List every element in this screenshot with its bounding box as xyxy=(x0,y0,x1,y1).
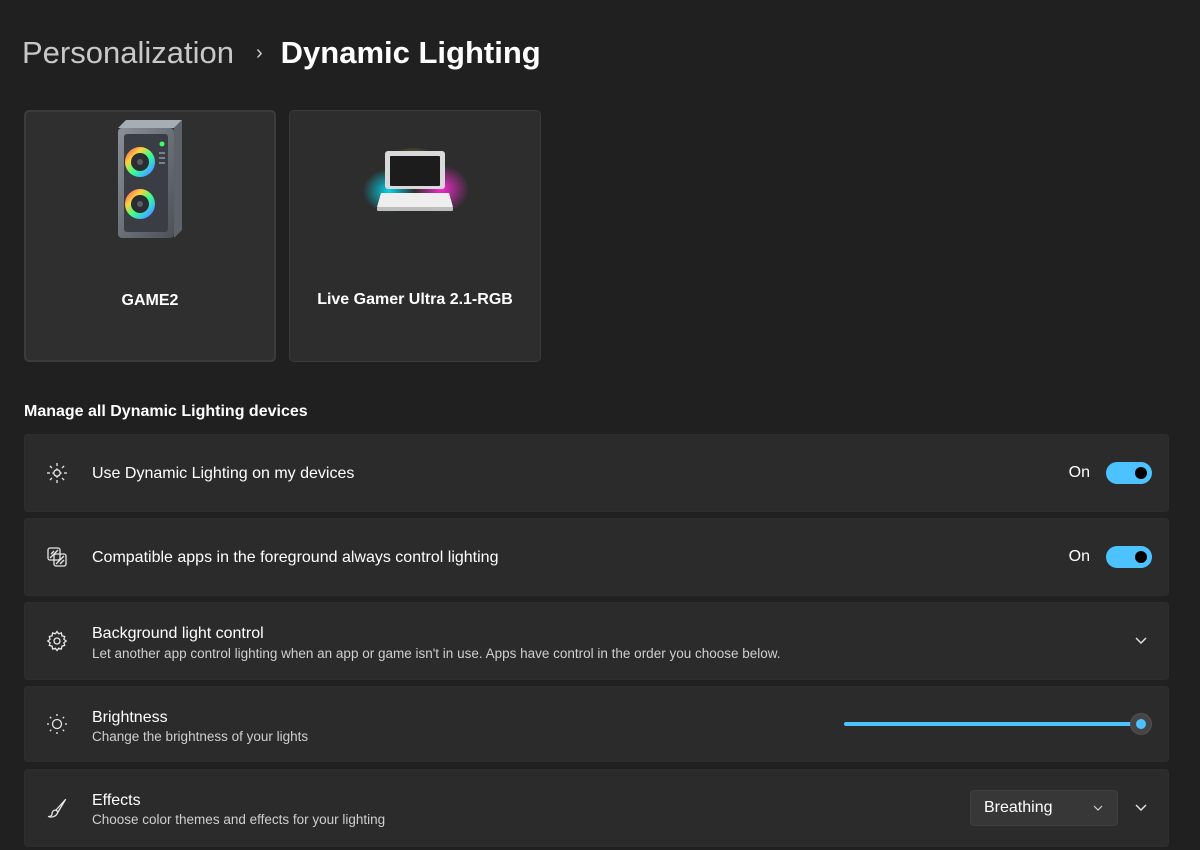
slider-thumb[interactable] xyxy=(1130,713,1152,735)
setting-compatible-apps: Compatible apps in the foreground always… xyxy=(24,518,1169,596)
breadcrumb: Personalization › Dynamic Lighting xyxy=(22,30,541,76)
setting-title: Use Dynamic Lighting on my devices xyxy=(92,465,355,482)
chevron-down-icon[interactable] xyxy=(1128,795,1154,821)
setting-background-light-control[interactable]: Background light control Let another app… xyxy=(24,602,1169,680)
dropdown-selected-value: Breathing xyxy=(984,799,1053,816)
setting-title: Brightness xyxy=(92,709,168,726)
setting-description: Change the brightness of your lights xyxy=(92,729,309,744)
effects-dropdown[interactable]: Breathing xyxy=(970,790,1118,826)
toggle-state-label: On xyxy=(1068,464,1090,481)
pc-tower-rgb-icon xyxy=(118,120,182,238)
toggle-knob xyxy=(1135,467,1147,479)
setting-description: Choose color themes and effects for your… xyxy=(92,812,386,827)
settings-page: Personalization › Dynamic Lighting GAME2… xyxy=(0,0,1200,850)
setting-title: Compatible apps in the foreground always… xyxy=(92,549,499,566)
device-card-game2[interactable]: GAME2 xyxy=(24,110,276,362)
section-heading: Manage all Dynamic Lighting devices xyxy=(24,403,308,420)
setting-use-dynamic-lighting: Use Dynamic Lighting on my devices On xyxy=(24,434,1169,512)
breadcrumb-separator: › xyxy=(255,41,263,64)
device-name: GAME2 xyxy=(121,292,179,309)
toggle-state-label: On xyxy=(1068,548,1090,565)
setting-effects: Effects Choose color themes and effects … xyxy=(24,769,1169,847)
dynamic-lighting-icon xyxy=(47,463,67,483)
use-dynamic-lighting-toggle[interactable] xyxy=(1106,462,1152,484)
capture-device-rgb-icon xyxy=(363,147,469,213)
setting-brightness: Brightness Change the brightness of your… xyxy=(24,686,1169,762)
device-name: Live Gamer Ultra 2.1-RGB xyxy=(317,291,513,308)
brush-icon xyxy=(47,798,67,818)
setting-title: Effects xyxy=(92,792,141,809)
chevron-down-icon xyxy=(1093,805,1103,811)
chevron-down-icon[interactable] xyxy=(1128,628,1154,654)
toggle-knob xyxy=(1135,551,1147,563)
slider-track[interactable] xyxy=(844,722,1141,726)
setting-description: Let another app control lighting when an… xyxy=(92,646,781,661)
gear-icon xyxy=(46,630,68,652)
compatible-apps-toggle[interactable] xyxy=(1106,546,1152,568)
page-title: Dynamic Lighting xyxy=(280,35,541,70)
apps-lighting-icon xyxy=(47,547,67,567)
setting-title: Background light control xyxy=(92,625,264,642)
breadcrumb-parent-link[interactable]: Personalization xyxy=(22,35,234,71)
sun-icon xyxy=(47,714,67,734)
brightness-slider[interactable] xyxy=(844,713,1152,735)
device-card-live-gamer-ultra[interactable]: Live Gamer Ultra 2.1-RGB xyxy=(289,110,541,362)
